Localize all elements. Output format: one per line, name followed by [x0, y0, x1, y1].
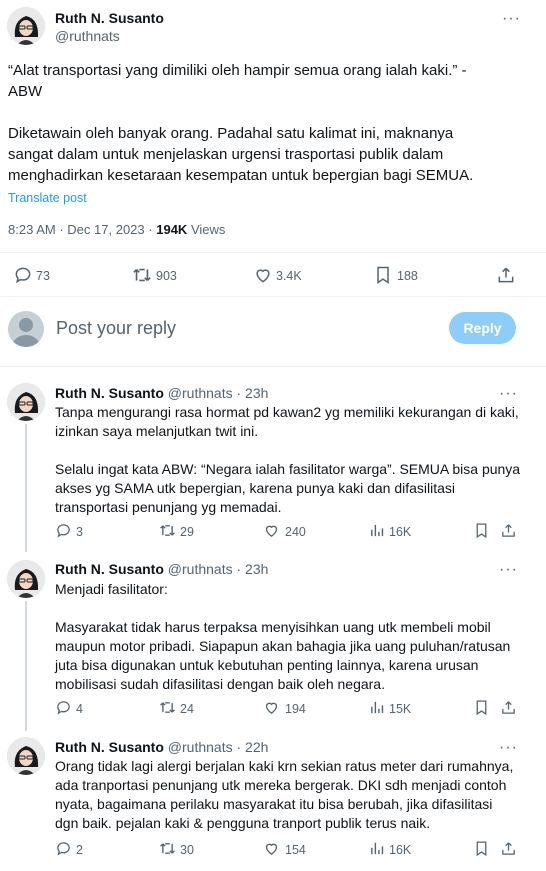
reply-header: Ruth N. Susanto @ruthnats · 23h [55, 385, 268, 401]
reply-icon[interactable] [55, 699, 72, 716]
reply-time[interactable]: 23h [245, 561, 268, 577]
bookmark-count: 188 [397, 269, 418, 283]
divider [0, 252, 546, 253]
reply-count: 4 [76, 702, 83, 716]
reply-author-name[interactable]: Ruth N. Susanto [55, 739, 164, 755]
main-author-name[interactable]: Ruth N. Susanto [55, 10, 164, 26]
reply-author-avatar[interactable] [7, 737, 45, 775]
reply-time[interactable]: 23h [245, 385, 268, 401]
views-count: 15K [389, 702, 412, 716]
meta-separator: · [59, 222, 64, 237]
user-avatar[interactable] [8, 311, 44, 347]
meta-separator: · [236, 385, 242, 401]
heart-icon[interactable] [253, 265, 273, 285]
heart-icon[interactable] [263, 699, 280, 716]
reply-count: 2 [76, 843, 83, 857]
reply-author-name[interactable]: Ruth N. Susanto [55, 385, 164, 401]
reply-author-avatar[interactable] [7, 383, 45, 421]
views-count: 16K [389, 525, 412, 539]
like-count: 194 [285, 702, 306, 716]
reply-author-handle[interactable]: @ruthnats [168, 385, 233, 401]
reply-icon[interactable] [55, 522, 72, 539]
reply-header: Ruth N. Susanto @ruthnats · 23h [55, 561, 268, 577]
share-icon[interactable] [496, 265, 516, 285]
reply-icon[interactable] [13, 265, 33, 285]
retweet-count: 30 [180, 843, 194, 857]
retweet-icon[interactable] [158, 522, 177, 539]
share-icon[interactable] [500, 840, 517, 857]
retweet-count: 903 [156, 269, 177, 283]
views-label: Views [190, 222, 226, 237]
main-author-avatar[interactable] [7, 7, 45, 45]
divider [0, 296, 546, 297]
reply-button[interactable]: Reply [449, 312, 516, 344]
views-icon[interactable] [369, 699, 386, 716]
like-count: 154 [285, 843, 306, 857]
views-icon[interactable] [369, 522, 386, 539]
retweet-icon[interactable] [131, 265, 153, 285]
thread-line [25, 601, 27, 731]
reply-text: Menjadi fasilitator: Masyarakat tidak ha… [55, 581, 511, 692]
reply-header: Ruth N. Susanto @ruthnats · 22h [55, 739, 268, 755]
heart-icon[interactable] [263, 840, 280, 857]
reply-more-icon[interactable]: ··· [499, 561, 518, 579]
divider [0, 366, 546, 367]
bookmark-icon[interactable] [474, 522, 489, 539]
reply-author-handle[interactable]: @ruthnats [168, 561, 233, 577]
reply-more-icon[interactable]: ··· [499, 385, 518, 403]
tweet-time[interactable]: 8:23 AM [8, 222, 56, 237]
meta-separator: · [236, 739, 242, 755]
reply-count: 3 [76, 525, 83, 539]
reply-author-handle[interactable]: @ruthnats [168, 739, 233, 755]
retweet-count: 24 [180, 702, 194, 716]
tweet-meta: 8:23 AM · Dec 17, 2023 · 194K Views [8, 222, 225, 237]
views-count: 194K [156, 222, 188, 237]
main-author-handle[interactable]: @ruthnats [55, 28, 120, 44]
bookmark-icon[interactable] [474, 699, 489, 716]
reply-text: Tanpa mengurangi rasa hormat pd kawan2 y… [55, 404, 521, 515]
like-count: 3.4K [276, 269, 302, 283]
meta-separator: · [148, 222, 153, 237]
bookmark-icon[interactable] [374, 265, 392, 285]
retweet-count: 29 [180, 525, 194, 539]
like-count: 240 [285, 525, 306, 539]
retweet-icon[interactable] [158, 840, 177, 857]
bookmark-icon[interactable] [474, 840, 489, 857]
views-count: 16K [389, 843, 412, 857]
translate-post-link[interactable]: Translate post [8, 191, 87, 205]
share-icon[interactable] [500, 522, 517, 539]
heart-icon[interactable] [263, 522, 280, 539]
reply-text: Orang tidak lagi alergi berjalan kaki kr… [55, 758, 514, 831]
views-icon[interactable] [369, 840, 386, 857]
reply-author-avatar[interactable] [7, 560, 45, 598]
reply-input[interactable]: Post your reply [56, 318, 176, 339]
reply-more-icon[interactable]: ··· [499, 739, 518, 757]
thread-line [25, 424, 27, 552]
reply-time[interactable]: 22h [245, 739, 268, 755]
meta-separator: · [236, 561, 242, 577]
tweet-date[interactable]: Dec 17, 2023 [67, 222, 144, 237]
reply-icon[interactable] [55, 840, 72, 857]
reply-count: 73 [36, 269, 50, 283]
main-tweet-text: “Alat transportasi yang dimiliki oleh ha… [8, 62, 474, 184]
retweet-icon[interactable] [158, 699, 177, 716]
main-more-icon[interactable]: ··· [502, 10, 521, 28]
reply-author-name[interactable]: Ruth N. Susanto [55, 561, 164, 577]
share-icon[interactable] [500, 699, 517, 716]
